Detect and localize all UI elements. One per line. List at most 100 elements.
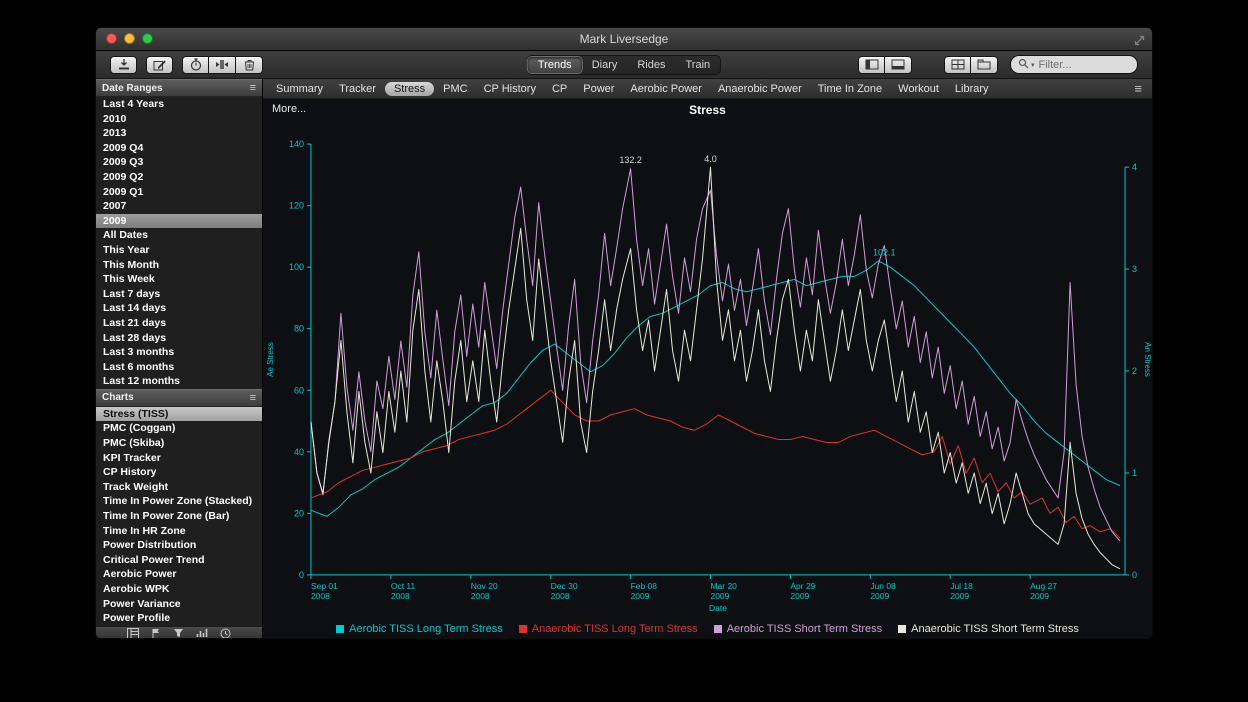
- daterange-item-last-12-months[interactable]: Last 12 months: [96, 374, 262, 389]
- chart-item-power-variance[interactable]: Power Variance: [96, 597, 262, 612]
- chart-item-pmc-skiba[interactable]: PMC (Skiba): [96, 436, 262, 451]
- chart-item-cp-history[interactable]: CP History: [96, 465, 262, 480]
- daterange-item-this-week[interactable]: This Week: [96, 272, 262, 287]
- tab-summary[interactable]: Summary: [269, 83, 330, 95]
- right-tick-label: 0: [1132, 570, 1137, 580]
- left-tick-label: 60: [294, 385, 304, 395]
- daterange-item-2009-q1[interactable]: 2009 Q1: [96, 185, 262, 200]
- more-link[interactable]: More...: [272, 103, 306, 115]
- chart-item-aerobic-wpk[interactable]: Aerobic WPK: [96, 582, 262, 597]
- daterange-item-2010[interactable]: 2010: [96, 112, 262, 127]
- segment-trends[interactable]: Trends: [528, 57, 582, 73]
- daterange-item-2009-q3[interactable]: 2009 Q3: [96, 155, 262, 170]
- daterange-item-2009[interactable]: 2009: [96, 214, 262, 229]
- lowbar-toggle-button[interactable]: [885, 56, 912, 74]
- peak-annotation: 4.0: [704, 154, 716, 164]
- daterange-item-last-7-days[interactable]: Last 7 days: [96, 287, 262, 302]
- chart-item-power-distribution[interactable]: Power Distribution: [96, 538, 262, 553]
- tab-tracker[interactable]: Tracker: [332, 83, 383, 95]
- compose-icon: [153, 59, 166, 71]
- daterange-item-2013[interactable]: 2013: [96, 126, 262, 141]
- chart-bars-icon[interactable]: [196, 628, 208, 638]
- chart-item-kpi-tracker[interactable]: KPI Tracker: [96, 451, 262, 466]
- chart-item-pmc-coggan[interactable]: PMC (Coggan): [96, 421, 262, 436]
- daterange-item-this-year[interactable]: This Year: [96, 243, 262, 258]
- x-tick-year: 2009: [870, 591, 889, 601]
- segment-rides[interactable]: Rides: [627, 57, 675, 73]
- chart-item-time-in-power-zone-bar[interactable]: Time In Power Zone (Bar): [96, 509, 262, 524]
- left-tick-label: 20: [294, 508, 304, 518]
- section-menu-icon[interactable]: ≡: [250, 392, 256, 404]
- daterange-item-last-3-months[interactable]: Last 3 months: [96, 345, 262, 360]
- chart-tabs: SummaryTrackerStressPMCCP HistoryCPPower…: [269, 82, 996, 96]
- tabbed-view-button[interactable]: [971, 56, 998, 74]
- daterange-item-2009-q2[interactable]: 2009 Q2: [96, 170, 262, 185]
- peak-annotation: 132.2: [619, 155, 641, 165]
- x-tick-label: Mar 20: [710, 581, 737, 591]
- x-tick-label: Sep 01: [311, 581, 338, 591]
- daterange-item-2009-q4[interactable]: 2009 Q4: [96, 141, 262, 156]
- chart-item-time-in-hr-zone[interactable]: Time In HR Zone: [96, 524, 262, 539]
- daterange-item-2007[interactable]: 2007: [96, 199, 262, 214]
- sidebar-toggle-button[interactable]: [858, 56, 885, 74]
- tab-cp-history[interactable]: CP History: [477, 83, 543, 95]
- tiled-view-button[interactable]: [944, 56, 971, 74]
- trash-button[interactable]: [236, 56, 263, 74]
- titlebar[interactable]: Mark Liversedge: [96, 28, 1152, 51]
- tab-cp[interactable]: CP: [545, 83, 574, 95]
- x-tick-year: 2008: [471, 591, 490, 601]
- segment-diary[interactable]: Diary: [582, 57, 628, 73]
- x-tick-year: 2008: [311, 591, 330, 601]
- stopwatch-button[interactable]: [182, 56, 209, 74]
- section-header-date-ranges[interactable]: Date Ranges≡: [96, 79, 262, 97]
- filter-input[interactable]: [1037, 58, 1130, 72]
- tab-power[interactable]: Power: [576, 83, 621, 95]
- daterange-item-last-21-days[interactable]: Last 21 days: [96, 316, 262, 331]
- daterange-item-this-month[interactable]: This Month: [96, 258, 262, 273]
- daterange-item-last-4-years[interactable]: Last 4 Years: [96, 97, 262, 112]
- sidebar-list-icon[interactable]: [127, 628, 139, 638]
- compose-button[interactable]: [146, 56, 173, 74]
- segment-train[interactable]: Train: [675, 57, 720, 73]
- section-header-charts[interactable]: Charts≡: [96, 389, 262, 407]
- chart-item-critical-power-trend[interactable]: Critical Power Trend: [96, 553, 262, 568]
- legend-item-anaerobic-tiss-long-term-stress: Anaerobic TISS Long Term Stress: [519, 623, 698, 635]
- fullscreen-icon[interactable]: [1134, 33, 1145, 51]
- daterange-item-all-dates[interactable]: All Dates: [96, 228, 262, 243]
- left-tick-label: 140: [289, 139, 304, 149]
- tabbar-menu-icon[interactable]: ≡: [1134, 81, 1146, 96]
- tab-library[interactable]: Library: [948, 83, 996, 95]
- funnel-icon[interactable]: [173, 628, 184, 638]
- daterange-item-last-28-days[interactable]: Last 28 days: [96, 331, 262, 346]
- close-button[interactable]: [106, 33, 117, 44]
- daterange-item-last-6-months[interactable]: Last 6 months: [96, 360, 262, 375]
- tab-stress[interactable]: Stress: [385, 82, 434, 96]
- tab-anaerobic-power[interactable]: Anaerobic Power: [711, 83, 809, 95]
- chart-item-aerobic-power[interactable]: Aerobic Power: [96, 567, 262, 582]
- tab-aerobic-power[interactable]: Aerobic Power: [623, 83, 709, 95]
- legend-item-aerobic-tiss-long-term-stress: Aerobic TISS Long Term Stress: [336, 623, 503, 635]
- clock-icon[interactable]: [220, 628, 231, 638]
- download-button[interactable]: [110, 56, 137, 74]
- toolbar-left-buttons: [110, 56, 263, 74]
- tab-pmc[interactable]: PMC: [436, 83, 474, 95]
- x-tick-year: 2008: [551, 591, 570, 601]
- legend-item-aerobic-tiss-short-term-stress: Aerobic TISS Short Term Stress: [714, 623, 882, 635]
- zoom-button[interactable]: [142, 33, 153, 44]
- stress-chart[interactable]: 02040608010012014001234Sep 012008Oct 112…: [263, 119, 1152, 618]
- legend-item-anaerobic-tiss-short-term-stress: Anaerobic TISS Short Term Stress: [898, 623, 1079, 635]
- tab-workout[interactable]: Workout: [891, 83, 946, 95]
- peak-annotation: 102.1: [873, 248, 895, 258]
- chart-item-stress-tiss[interactable]: Stress (TISS): [96, 407, 262, 422]
- filter-dropdown-caret[interactable]: ▾: [1031, 61, 1035, 69]
- minimize-button[interactable]: [124, 33, 135, 44]
- tab-time-in-zone[interactable]: Time In Zone: [811, 83, 889, 95]
- flag-icon[interactable]: [151, 628, 161, 638]
- intervals-button[interactable]: [209, 56, 236, 74]
- chart-item-time-in-power-zone-stacked[interactable]: Time In Power Zone (Stacked): [96, 494, 262, 509]
- daterange-item-last-14-days[interactable]: Last 14 days: [96, 301, 262, 316]
- chart-item-power-profile[interactable]: Power Profile: [96, 611, 262, 626]
- section-menu-icon[interactable]: ≡: [250, 82, 256, 94]
- chart-item-track-weight[interactable]: Track Weight: [96, 480, 262, 495]
- legend-label: Anaerobic TISS Short Term Stress: [911, 623, 1079, 635]
